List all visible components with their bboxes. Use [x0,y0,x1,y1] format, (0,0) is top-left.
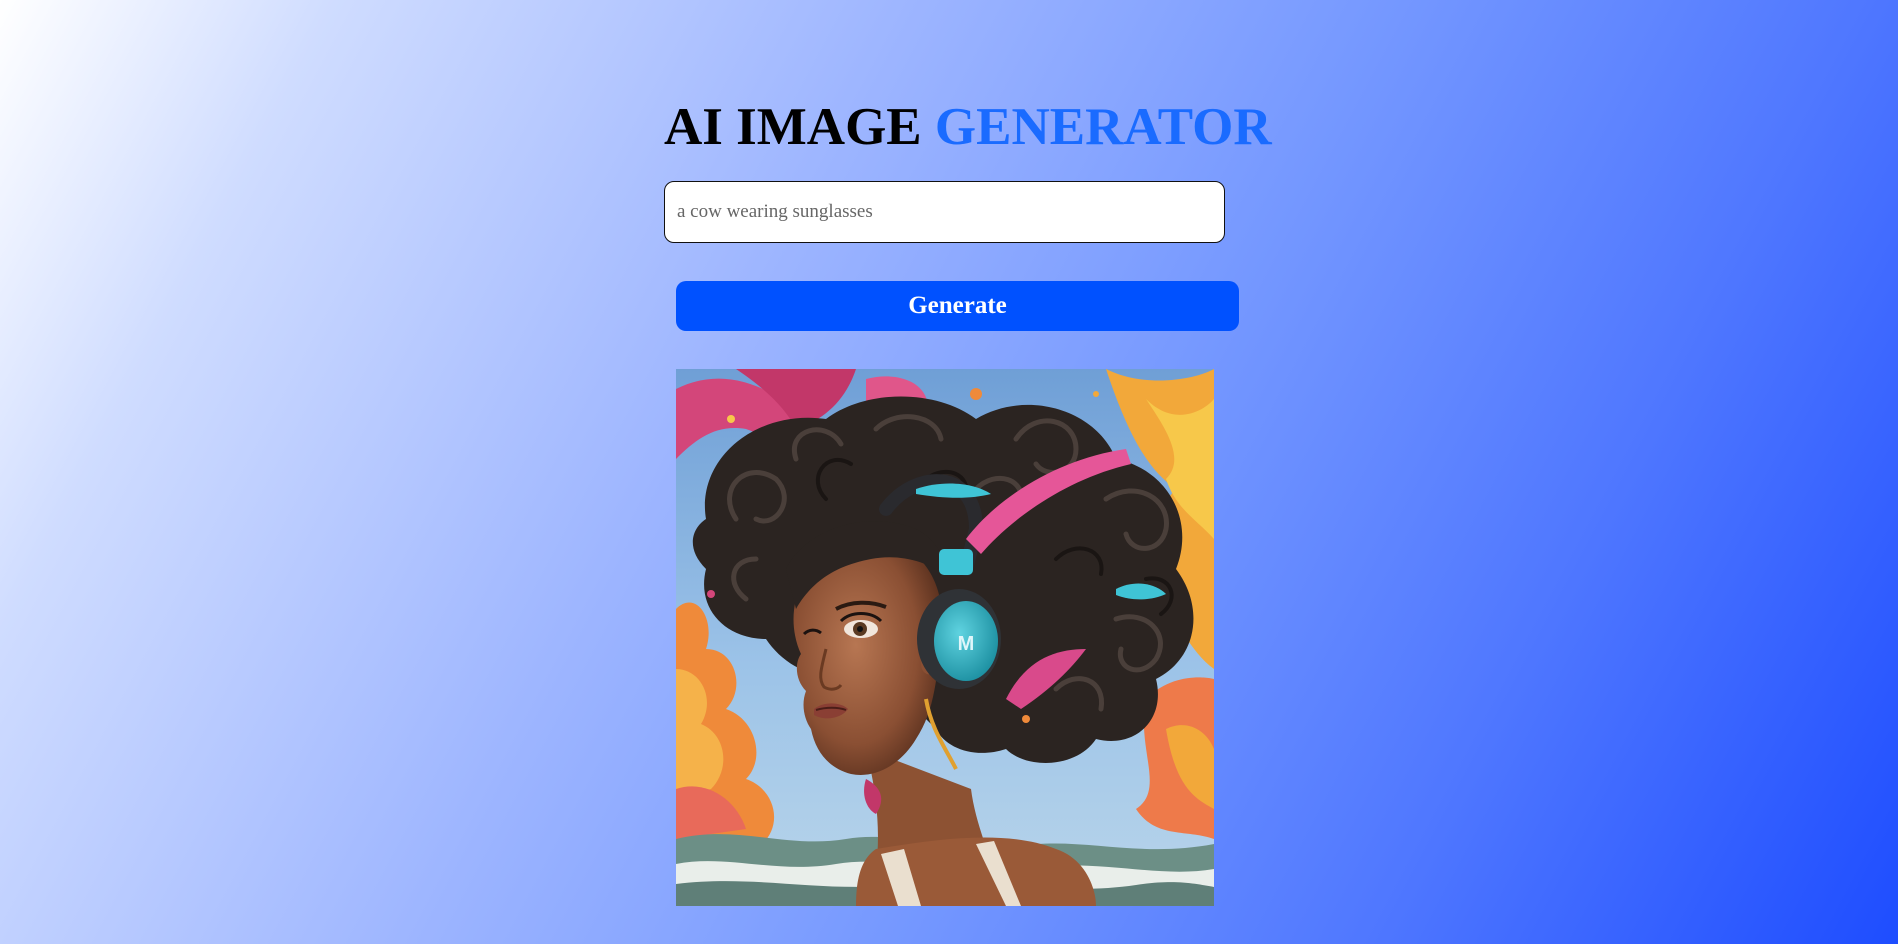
title-part-1: AI IMAGE [664,98,922,156]
generated-image: M [676,369,1214,906]
title-part-2-accent: GENERATOR [934,98,1272,156]
app-container: AI IMAGE GENERATOR Generate [0,0,1898,944]
generated-image-art: M [676,369,1214,906]
generate-button[interactable]: Generate [676,281,1239,331]
page-title: AI IMAGE GENERATOR [664,96,1272,158]
headphone-logo-text: M [958,633,975,655]
prompt-input[interactable] [664,181,1225,243]
